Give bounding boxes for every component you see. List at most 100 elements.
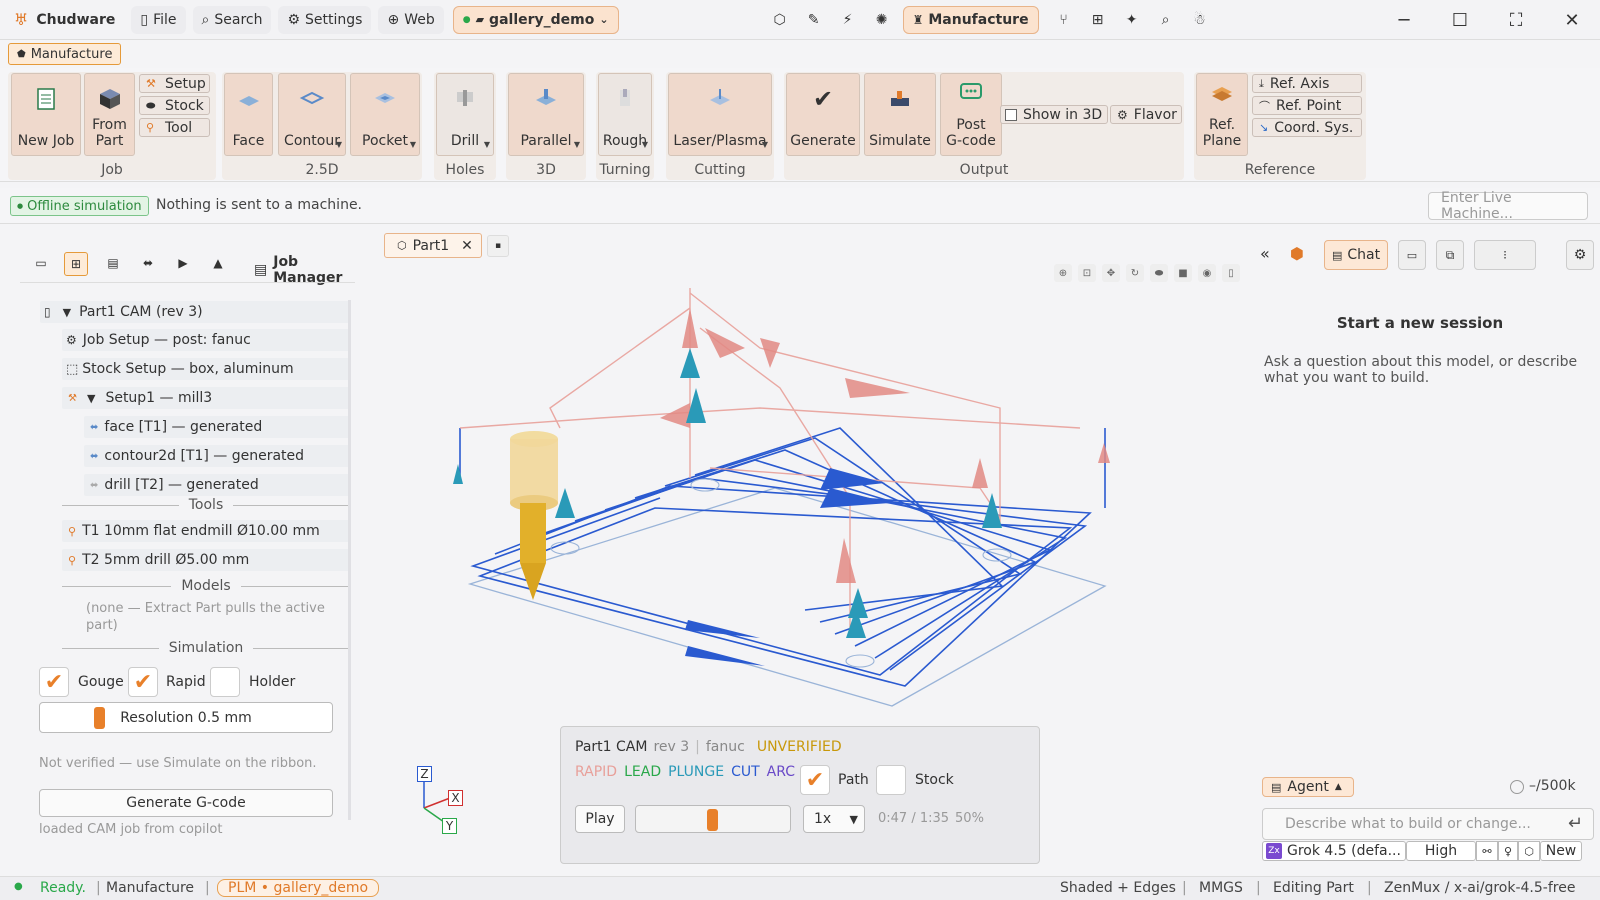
pocket-button[interactable]: Pocket ▼ — [350, 73, 420, 156]
tool-library-icon[interactable]: ⬌ — [137, 252, 159, 274]
play-button[interactable]: Play — [575, 805, 625, 833]
copy-session-button[interactable]: ⧉ — [1436, 240, 1464, 270]
sketch-icon[interactable]: ✎ — [801, 7, 827, 33]
tree-root-cam[interactable]: ▯ ▼ Part1 CAM (rev 3) — [40, 301, 350, 323]
plm-badge[interactable]: PLM • gallery_demo — [217, 879, 380, 897]
stock-button[interactable]: ⬬ Stock — [139, 96, 210, 115]
tree-job-setup[interactable]: ⚙ Job Setup — post: fanuc — [62, 329, 350, 351]
collapse-panel-icon[interactable]: « — [1260, 244, 1270, 263]
tree-op-face[interactable]: ⬌ face [T1] — generated — [84, 416, 350, 438]
search-menu[interactable]: ⌕ Search — [192, 5, 272, 34]
unit-system[interactable]: MMGS — [1199, 880, 1243, 896]
model-select[interactable]: Zx Grok 4.5 (defa... — [1262, 841, 1406, 861]
agent-mode-select[interactable]: ▤ Agent ▲ — [1262, 777, 1354, 797]
post-gcode-button[interactable]: Post G-code — [940, 73, 1002, 156]
viewcube-icon[interactable]: ▯ — [1222, 264, 1240, 282]
close-icon[interactable]: ✕ — [1544, 0, 1600, 40]
laser-dropdown-icon[interactable]: ▼ — [762, 137, 768, 153]
path-checkbox[interactable]: ✔ — [800, 765, 830, 795]
analysis-icon[interactable]: ⚡ — [835, 7, 861, 33]
chat-input[interactable]: Describe what to build or change... ↵ — [1262, 808, 1594, 840]
ref-point-button[interactable]: ⌒ Ref. Point — [1252, 96, 1362, 115]
fullscreen-icon[interactable]: ⛶ — [1488, 0, 1544, 40]
collapse-caret-icon[interactable]: ▼ — [63, 306, 71, 319]
play-icon[interactable]: ▶ — [172, 252, 194, 274]
generate-gcode-button[interactable]: Generate G-code — [39, 789, 333, 817]
effort-select[interactable]: High — [1406, 841, 1476, 861]
tree-op-contour2d[interactable]: ⬌ contour2d [T1] — generated — [84, 445, 350, 467]
drill-button[interactable]: Drill ▼ — [436, 73, 494, 156]
copilot-settings-button[interactable]: ⚙ — [1566, 240, 1594, 270]
robot-icon[interactable]: ☃ — [1187, 7, 1213, 33]
grid-icon[interactable]: ⊞ — [1085, 7, 1111, 33]
show-in-3d-toggle[interactable]: Show in 3D — [1000, 105, 1108, 124]
attach-link-icon[interactable]: ⚯ — [1476, 841, 1498, 861]
settings-menu[interactable]: ⚙ Settings — [278, 5, 372, 34]
more-options-button[interactable]: ⁝ — [1474, 240, 1536, 270]
file-icon: ▯ — [140, 11, 149, 28]
drill-dropdown-icon[interactable]: ▼ — [484, 137, 490, 153]
new-session-button[interactable]: New — [1540, 841, 1582, 861]
scrubber-thumb[interactable] — [707, 809, 718, 831]
parallel-dropdown-icon[interactable]: ▼ — [574, 137, 580, 153]
history-button[interactable]: ▭ — [1398, 240, 1426, 270]
setup-button[interactable]: ⚒ Setup — [139, 74, 210, 93]
live-machine-input[interactable]: Enter Live Machine... — [1428, 190, 1588, 222]
open-folder-icon[interactable]: ▭ — [30, 252, 52, 274]
speed-select[interactable]: 1x ▼ — [803, 805, 865, 833]
cube-network-icon[interactable]: ⬢ — [1290, 244, 1304, 263]
shading-mode[interactable]: Shaded + Edges — [1060, 880, 1176, 896]
tree-stock-setup[interactable]: ⬚ Stock Setup — box, aluminum — [62, 358, 350, 380]
tree-op-drill[interactable]: ⬌ drill [T2] — generated — [84, 474, 350, 496]
minimize-icon[interactable]: ─ — [1376, 0, 1432, 40]
ref-axis-button[interactable]: ⤓ Ref. Axis — [1252, 74, 1362, 93]
branch-icon[interactable]: ⑂ — [1051, 7, 1077, 33]
rough-button[interactable]: Rough ▼ — [598, 73, 652, 156]
tool-button[interactable]: ⚲ Tool — [139, 118, 210, 137]
context-part-icon[interactable]: ⬡ — [1518, 841, 1540, 861]
tree-setup1[interactable]: ⚒ ▼ Setup1 — mill3 — [62, 387, 350, 409]
ribbon-tab-manufacture[interactable]: ⬟ Manufacture — [8, 43, 122, 65]
save-job-icon[interactable]: ▤ — [102, 252, 124, 274]
collapse-caret-icon[interactable]: ▼ — [87, 392, 95, 405]
face-button[interactable]: Face — [224, 73, 273, 156]
holder-checkbox[interactable] — [210, 667, 240, 697]
from-part-button[interactable]: From Part — [84, 73, 135, 156]
rough-dropdown-icon[interactable]: ▼ — [642, 137, 648, 153]
contour-button[interactable]: Contour ▼ — [278, 73, 346, 156]
ref-plane-button[interactable]: Ref. Plane — [1196, 73, 1248, 156]
gouge-checkbox[interactable]: ✔ — [39, 667, 69, 697]
zoom-icon[interactable]: ⌕ — [1153, 7, 1179, 33]
parallel-button[interactable]: Parallel ▼ — [508, 73, 584, 156]
tool-row-t2[interactable]: ⚲ T2 5mm drill Ø5.00 mm — [62, 549, 350, 571]
send-enter-icon[interactable]: ↵ — [1568, 813, 1583, 834]
panel-splitter[interactable] — [348, 300, 351, 820]
maximize-icon[interactable]: ☐ — [1432, 0, 1488, 40]
playback-scrubber[interactable] — [635, 805, 791, 833]
pocket-dropdown-icon[interactable]: ▼ — [410, 137, 416, 153]
workbench-button[interactable]: ♜ Manufacture — [902, 5, 1039, 34]
flavor-button[interactable]: ⚙ Flavor — [1110, 105, 1182, 124]
resolution-slider[interactable]: Resolution 0.5 mm — [39, 702, 333, 733]
mic-icon[interactable]: ♀ — [1498, 841, 1518, 861]
stock-checkbox[interactable] — [876, 765, 906, 795]
show-in-3d-checkbox[interactable] — [1005, 108, 1017, 121]
coord-sys-button[interactable]: ↘ Coord. Sys. — [1252, 118, 1362, 137]
sparkle-icon[interactable]: ✦ — [1119, 7, 1145, 33]
tool-row-t1[interactable]: ⚲ T1 10mm flat endmill Ø10.00 mm — [62, 520, 350, 542]
rapid-checkbox[interactable]: ✔ — [128, 667, 158, 697]
contour-dropdown-icon[interactable]: ▼ — [336, 137, 342, 153]
part-icon[interactable]: ⬡ — [767, 7, 793, 33]
eject-icon[interactable]: ▲ — [207, 252, 229, 274]
new-job-button[interactable]: New Job — [11, 73, 81, 156]
project-selector[interactable]: ● ▰ gallery_demo ⌄ — [452, 5, 619, 34]
chat-tab[interactable]: ▤ Chat — [1324, 240, 1388, 270]
tree-view-icon[interactable]: ⊞ — [64, 252, 88, 276]
laser-plasma-button[interactable]: Laser/Plasma ▼ — [668, 73, 772, 156]
simulate-button[interactable]: Simulate — [864, 73, 936, 156]
web-menu[interactable]: ⊕ Web — [378, 5, 444, 34]
debug-icon[interactable]: ✺ — [869, 7, 895, 33]
file-menu[interactable]: ▯ File — [131, 5, 186, 34]
resolution-slider-thumb[interactable] — [94, 707, 105, 729]
generate-button[interactable]: ✔ Generate — [786, 73, 860, 156]
